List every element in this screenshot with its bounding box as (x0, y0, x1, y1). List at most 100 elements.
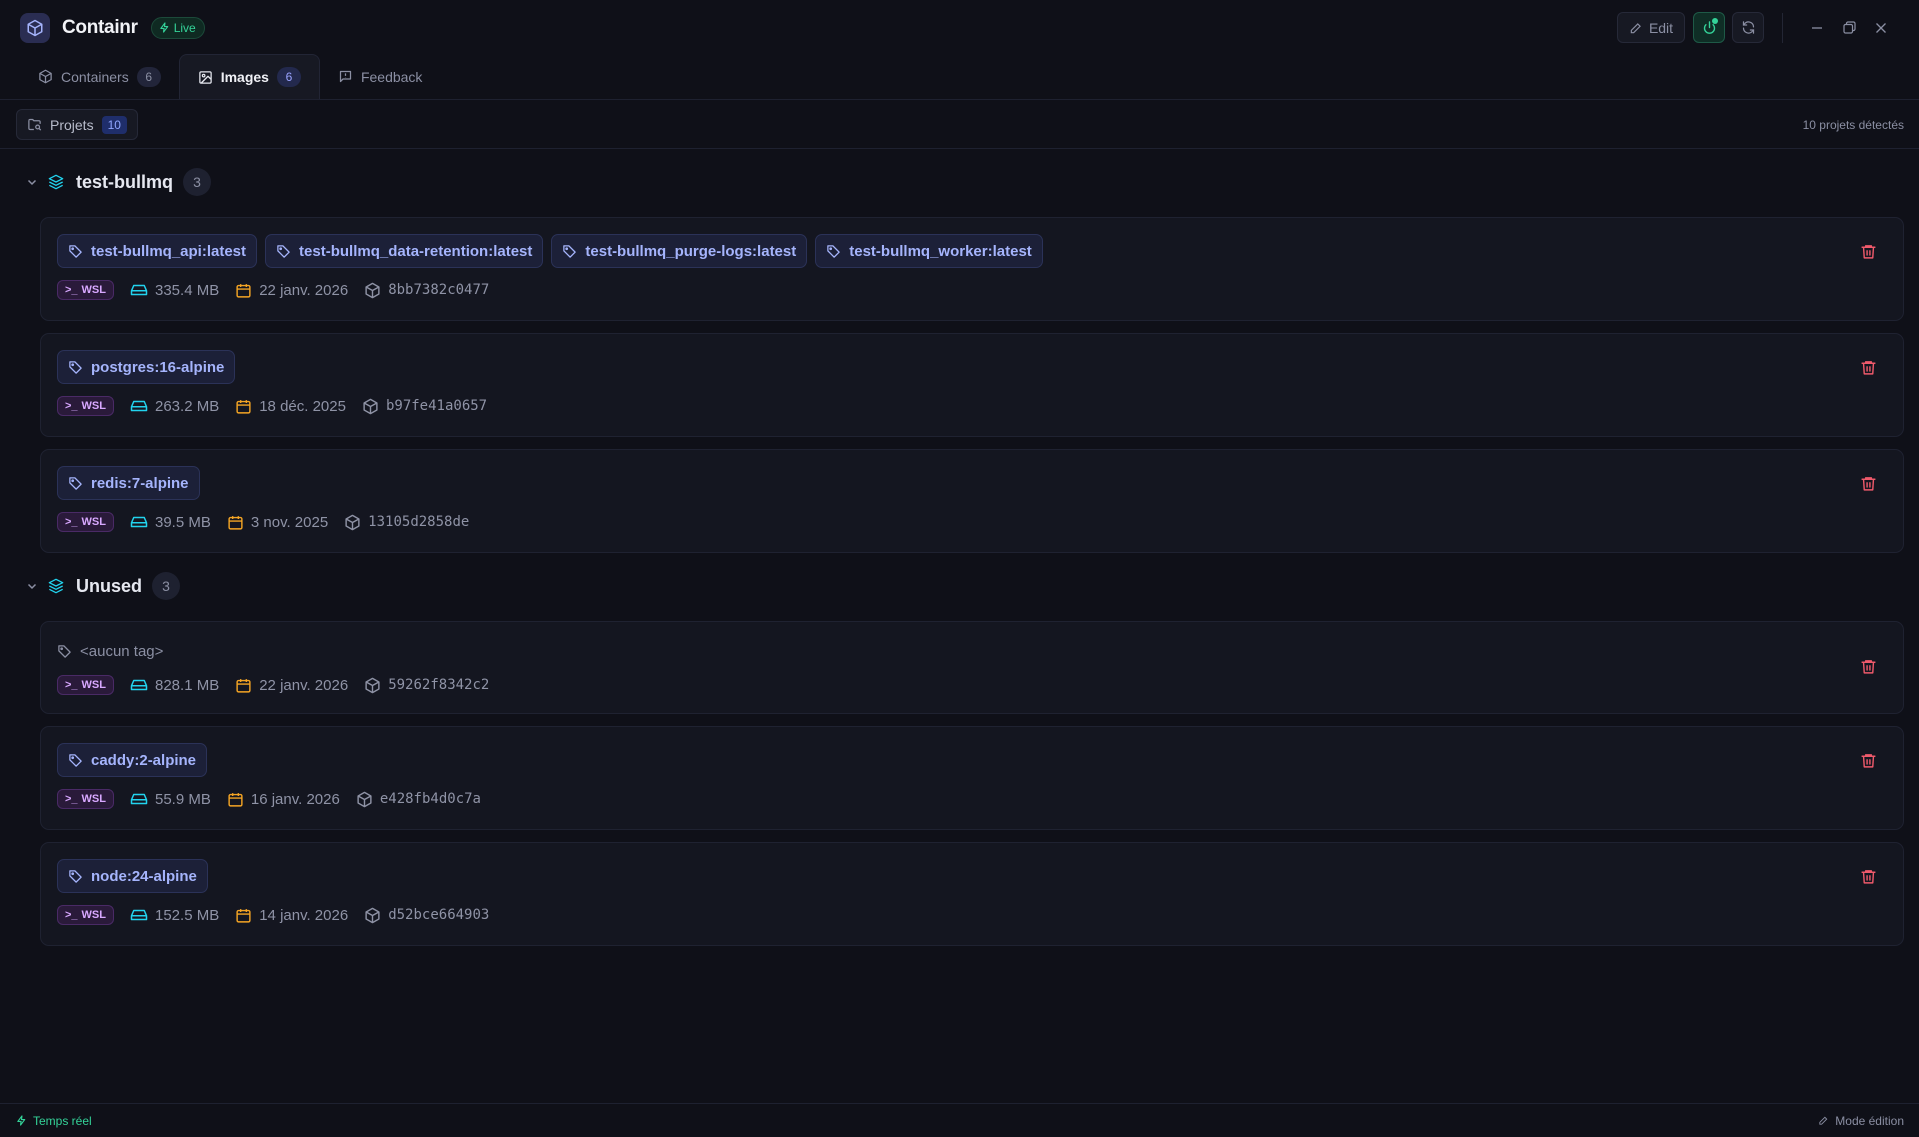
image-tag[interactable]: test-bullmq_api:latest (57, 234, 258, 268)
image-tag[interactable]: test-bullmq_purge-logs:latest (551, 234, 808, 268)
maximize-button[interactable] (1833, 12, 1865, 43)
box-icon (363, 398, 378, 414)
image-meta: >_ WSL 828.1 MB 22 janv. 2026 59262f8342c… (57, 674, 489, 696)
image-id: b97fe41a0657 (362, 398, 487, 415)
power-toggle-button[interactable] (1693, 12, 1725, 43)
size-value: 263.2 MB (155, 397, 220, 415)
tag-list: <aucun tag> (57, 634, 163, 668)
image-date: 3 nov. 2025 (227, 514, 328, 531)
image-tag[interactable]: redis:7-alpine (57, 466, 200, 500)
tag-icon (69, 869, 82, 883)
title-bar: Containr Live Edit (0, 0, 1919, 55)
tag-icon (69, 753, 82, 767)
edit-mode-toggle[interactable]: Mode édition (1818, 1114, 1904, 1128)
group-header-test-bullmq[interactable]: test-bullmq 3 (26, 166, 211, 198)
date-value: 22 janv. 2026 (259, 676, 349, 694)
projects-detected-text: 10 projets détectés (1802, 117, 1904, 132)
image-meta: >_ WSL 263.2 MB 18 déc. 2025 b97fe41a0657 (57, 395, 487, 417)
image-id: 59262f8342c2 (364, 677, 489, 694)
image-meta: >_ WSL 39.5 MB 3 nov. 2025 13105d2858de (57, 511, 469, 533)
delete-image-button[interactable] (1857, 749, 1879, 771)
hard-drive-icon (130, 793, 148, 805)
image-size: 335.4 MB (130, 281, 219, 299)
tab-count-badge: 6 (136, 66, 161, 87)
tab-images[interactable]: Images 6 (178, 54, 320, 99)
trash-icon (1860, 360, 1876, 375)
tag-label: test-bullmq_worker:latest (849, 242, 1032, 260)
box-icon (39, 69, 52, 84)
delete-image-button[interactable] (1857, 865, 1879, 887)
image-size: 263.2 MB (130, 397, 219, 415)
tag-icon (69, 360, 82, 374)
calendar-icon (236, 908, 251, 923)
image-tag[interactable]: test-bullmq_data-retention:latest (265, 234, 544, 268)
calendar-icon (236, 283, 251, 298)
tab-containers[interactable]: Containers 6 (20, 54, 179, 99)
bolt-icon (17, 1115, 26, 1126)
box-icon (365, 907, 380, 923)
id-value: d52bce664903 (388, 907, 490, 923)
image-tag[interactable]: caddy:2-alpine (57, 743, 208, 777)
terminal-icon: >_ (65, 793, 78, 805)
image-id: 8bb7382c0477 (364, 282, 489, 299)
image-size: 39.5 MB (130, 513, 211, 531)
minimize-button[interactable] (1801, 12, 1833, 43)
main-tabs: Containers 6 Images 6 Feedback (0, 54, 1919, 100)
status-dot (1712, 18, 1718, 24)
status-bar: Temps réel Mode édition (0, 1103, 1919, 1137)
id-value: 8bb7382c0477 (388, 282, 490, 298)
image-tag[interactable]: test-bullmq_worker:latest (815, 234, 1043, 268)
hard-drive-icon (130, 400, 148, 412)
tag-icon (277, 244, 290, 258)
image-tag[interactable]: postgres:16-alpine (57, 350, 236, 384)
tag-label: test-bullmq_data-retention:latest (299, 242, 533, 260)
bolt-icon (159, 22, 168, 33)
wsl-badge: >_ WSL (57, 280, 114, 300)
edit-label: Edit (1648, 19, 1674, 36)
terminal-icon: >_ (65, 909, 78, 921)
minimize-icon (1812, 26, 1822, 29)
delete-image-button[interactable] (1857, 356, 1879, 378)
close-icon (1876, 22, 1886, 33)
size-value: 828.1 MB (155, 676, 220, 694)
wsl-badge: >_ WSL (57, 512, 114, 532)
id-value: b97fe41a0657 (385, 398, 488, 414)
tab-feedback[interactable]: Feedback (320, 54, 440, 99)
delete-image-button[interactable] (1857, 472, 1879, 494)
calendar-icon (236, 678, 251, 693)
live-label: Live (173, 20, 196, 35)
group-count-badge: 3 (183, 168, 211, 196)
close-window-button[interactable] (1865, 12, 1897, 43)
realtime-indicator: Temps réel (16, 1114, 92, 1128)
tag-list: caddy:2-alpine (57, 743, 208, 777)
chevron-down-icon (27, 583, 37, 590)
image-card: postgres:16-alpine >_ WSL 263.2 MB 18 déc… (40, 333, 1904, 437)
delete-image-button[interactable] (1857, 655, 1879, 677)
wsl-badge: >_ WSL (57, 675, 114, 695)
tag-icon (69, 476, 82, 490)
delete-image-button[interactable] (1857, 240, 1879, 262)
image-tag[interactable]: node:24-alpine (57, 859, 208, 893)
layers-icon (48, 578, 64, 594)
date-value: 3 nov. 2025 (250, 513, 329, 531)
image-id: 13105d2858de (344, 514, 469, 531)
realtime-label: Temps réel (33, 1113, 92, 1128)
image-size: 828.1 MB (130, 676, 219, 694)
tag-list: node:24-alpine (57, 859, 208, 893)
tag-icon (563, 244, 577, 258)
refresh-icon (1742, 21, 1754, 34)
size-value: 55.9 MB (155, 790, 211, 808)
group-count-badge: 3 (152, 572, 181, 600)
refresh-button[interactable] (1732, 12, 1764, 43)
wsl-badge: >_ WSL (57, 396, 114, 416)
group-header-unused[interactable]: Unused 3 (26, 570, 181, 602)
edit-button[interactable]: Edit (1617, 12, 1685, 43)
group-title: Unused (76, 575, 143, 596)
trash-icon (1860, 869, 1876, 884)
projects-filter-button[interactable]: Projets 10 (16, 109, 138, 140)
hard-drive-icon (130, 909, 148, 921)
id-value: 59262f8342c2 (388, 677, 490, 693)
folder-search-icon (28, 118, 42, 131)
trash-icon (1860, 659, 1876, 674)
env-label: WSL (81, 793, 106, 805)
